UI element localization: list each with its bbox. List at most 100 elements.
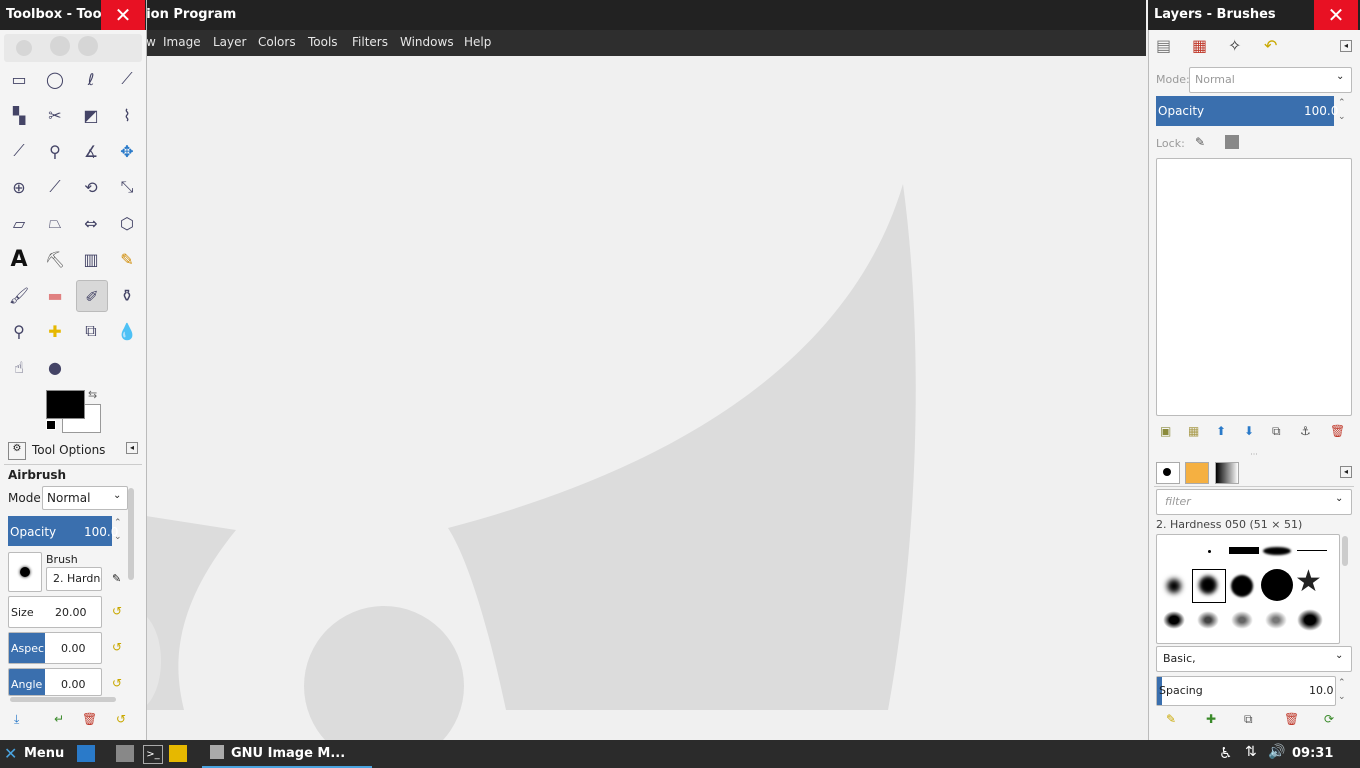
- edit-brush-icon[interactable]: ✎: [1166, 712, 1176, 726]
- select-by-color-icon[interactable]: ▚: [4, 100, 34, 130]
- brush-hardness-100[interactable]: [1261, 569, 1293, 601]
- size-slider[interactable]: Size 20.00: [8, 596, 102, 628]
- terminal-icon[interactable]: >_: [143, 745, 163, 764]
- blur-icon[interactable]: 💧: [112, 316, 142, 346]
- ink-icon[interactable]: ⚱: [112, 280, 142, 310]
- crop-icon[interactable]: ⟋: [40, 172, 70, 202]
- brush-grid-scrollbar[interactable]: [1342, 536, 1348, 566]
- brush-grunge-3[interactable]: [1231, 611, 1253, 629]
- show-desktop-icon[interactable]: [77, 745, 95, 762]
- reset-options-icon[interactable]: ↺: [116, 712, 126, 726]
- brush-hardness-025[interactable]: [1167, 579, 1181, 593]
- smudge-icon[interactable]: ☝: [4, 352, 34, 382]
- brush-name-field[interactable]: 2. Hardness 050: [46, 567, 102, 591]
- shear-icon[interactable]: ▱: [4, 208, 34, 238]
- paintbrush-icon[interactable]: 🖌: [4, 280, 34, 310]
- swap-colors-icon[interactable]: ⇆: [88, 388, 97, 401]
- volume-icon[interactable]: 🔊: [1268, 744, 1285, 760]
- clone-icon[interactable]: ⚲: [4, 316, 34, 346]
- raise-layer-icon[interactable]: ⬆: [1216, 424, 1226, 438]
- save-options-icon[interactable]: ⤓: [14, 712, 19, 727]
- layer-opacity-stepper[interactable]: ⌃ ⌄: [1338, 96, 1346, 124]
- perspective-icon[interactable]: ⏢: [40, 208, 70, 238]
- brush-grunge-1[interactable]: [1163, 611, 1185, 629]
- heal-icon[interactable]: ✚: [40, 316, 70, 346]
- delete-options-icon[interactable]: 🗑: [82, 712, 97, 726]
- channels-tab-icon[interactable]: ▦: [1192, 36, 1207, 55]
- gradient-icon[interactable]: ▥: [76, 244, 106, 274]
- taskbar-gimp-window[interactable]: GNU Image M...: [202, 740, 372, 768]
- brush-spacing-slider[interactable]: Spacing 10.0: [1156, 676, 1336, 706]
- measure-icon[interactable]: ∡: [76, 136, 106, 166]
- duplicate-brush-icon[interactable]: ⧉: [1244, 712, 1253, 727]
- mode-select[interactable]: Normal ⌄: [42, 486, 128, 510]
- image-canvas[interactable]: [146, 56, 1146, 740]
- brushes-tab-icon[interactable]: [1156, 462, 1180, 484]
- move-icon[interactable]: ✥: [112, 136, 142, 166]
- restore-options-icon[interactable]: ↵: [54, 712, 64, 726]
- paths-tab-icon[interactable]: ✧: [1228, 36, 1241, 55]
- menu-layer[interactable]: Layer: [213, 35, 246, 49]
- brush-filter-input[interactable]: filter ⌄: [1156, 489, 1352, 515]
- lock-alpha-icon[interactable]: [1225, 135, 1239, 149]
- mint-menu-icon[interactable]: ✕: [4, 744, 17, 763]
- brush-blur-block[interactable]: [1263, 547, 1291, 555]
- dodge-burn-icon[interactable]: ●: [40, 352, 70, 382]
- brush-grid[interactable]: ★: [1156, 534, 1340, 644]
- anchor-layer-icon[interactable]: ⚓: [1300, 424, 1311, 438]
- brush-block[interactable]: [1229, 547, 1259, 554]
- gradients-tab-icon[interactable]: [1215, 462, 1239, 484]
- rect-select-icon[interactable]: ▭: [4, 64, 34, 94]
- zoom-icon[interactable]: ⚲: [40, 136, 70, 166]
- fuzzy-select-icon[interactable]: ⟋: [112, 64, 142, 94]
- delete-layer-icon[interactable]: 🗑: [1330, 424, 1345, 438]
- layers-list[interactable]: [1156, 158, 1352, 416]
- angle-slider[interactable]: Angle 0.00: [8, 668, 102, 696]
- layer-mode-select[interactable]: Normal ⌄: [1189, 67, 1352, 93]
- layers-tab-icon[interactable]: ▤: [1156, 36, 1171, 55]
- ellipse-select-icon[interactable]: ◯: [40, 64, 70, 94]
- spacing-stepper[interactable]: ⌃ ⌄: [1338, 676, 1346, 704]
- airbrush-icon[interactable]: ✐: [76, 280, 108, 312]
- gimp-launcher-icon[interactable]: [116, 745, 134, 762]
- opacity-stepper[interactable]: ⌃ ⌄: [114, 516, 122, 544]
- brush-grunge-2[interactable]: [1197, 611, 1219, 629]
- menu-tools[interactable]: Tools: [308, 35, 338, 49]
- patterns-tab-icon[interactable]: [1185, 462, 1209, 484]
- menu-windows[interactable]: Windows: [400, 35, 454, 49]
- reset-aspect-icon[interactable]: ↺: [112, 640, 122, 654]
- brush-star[interactable]: ★: [1295, 565, 1322, 599]
- tool-options-scrollbar[interactable]: [128, 488, 134, 580]
- brush-preview[interactable]: [8, 552, 42, 592]
- accessibility-icon[interactable]: ♿: [1219, 744, 1232, 762]
- network-icon[interactable]: ⇅: [1245, 744, 1257, 760]
- brush-hardness-075[interactable]: [1231, 575, 1253, 597]
- scale-icon[interactable]: ⤡: [112, 172, 142, 202]
- free-select-icon[interactable]: ℓ: [76, 64, 106, 94]
- cage-icon[interactable]: ⬡: [112, 208, 142, 238]
- clock[interactable]: 09:31: [1292, 746, 1333, 761]
- reset-size-icon[interactable]: ↺: [112, 604, 122, 618]
- paths-icon[interactable]: ⌇: [112, 100, 142, 130]
- scissors-icon[interactable]: ✂: [40, 100, 70, 130]
- undo-history-tab-icon[interactable]: ↶: [1264, 36, 1277, 55]
- opacity-slider[interactable]: Opacity 100.0: [8, 516, 118, 546]
- text-icon[interactable]: A: [4, 244, 34, 274]
- pencil-icon[interactable]: ✎: [112, 244, 142, 274]
- tool-options-tab-label[interactable]: Tool Options: [32, 443, 105, 457]
- aspect-slider[interactable]: Aspec... 0.00: [8, 632, 102, 664]
- reset-angle-icon[interactable]: ↺: [112, 676, 122, 690]
- edit-brush-icon[interactable]: ✎: [112, 572, 121, 585]
- menu-button[interactable]: Menu: [24, 746, 64, 761]
- brush-grunge-5[interactable]: [1297, 609, 1323, 631]
- dock-tab-menu-icon[interactable]: ◂: [1340, 40, 1352, 52]
- color-picker-icon[interactable]: ⟋: [4, 136, 34, 166]
- brush-line[interactable]: [1297, 550, 1327, 551]
- lower-layer-icon[interactable]: ⬇: [1244, 424, 1254, 438]
- align-icon[interactable]: ⊕: [4, 172, 34, 202]
- foreground-select-icon[interactable]: ◩: [76, 100, 106, 130]
- foreground-color-swatch-front[interactable]: [46, 390, 85, 419]
- rotate-icon[interactable]: ⟲: [76, 172, 106, 202]
- menu-colors[interactable]: Colors: [258, 35, 296, 49]
- new-layer-group-icon[interactable]: ▦: [1188, 424, 1199, 438]
